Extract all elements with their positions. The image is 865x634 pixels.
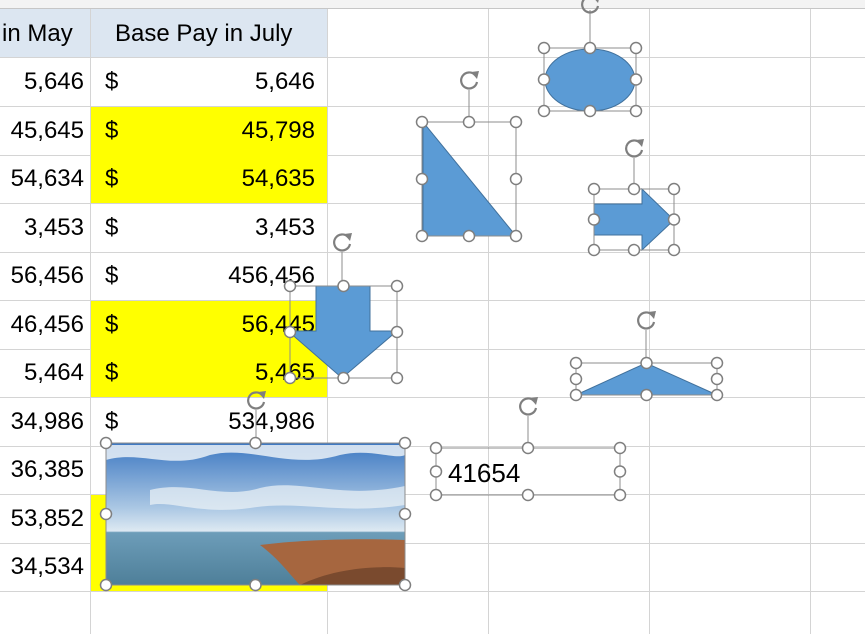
resize-handle[interactable] xyxy=(398,578,412,592)
resize-handle[interactable] xyxy=(629,73,643,86)
resize-handle[interactable] xyxy=(537,104,551,118)
resize-handle[interactable] xyxy=(640,356,653,370)
rotate-handle-icon[interactable] xyxy=(333,233,352,252)
landscape-picture[interactable] xyxy=(105,442,406,586)
resize-handle[interactable] xyxy=(509,172,523,186)
resize-handle[interactable] xyxy=(398,507,412,521)
resize-handle[interactable] xyxy=(415,115,429,129)
resize-handle[interactable] xyxy=(627,182,641,196)
rotate-handle-icon[interactable] xyxy=(637,311,656,330)
resize-handle[interactable] xyxy=(667,182,681,196)
resize-handle[interactable] xyxy=(249,578,262,592)
right-arrow-shape[interactable] xyxy=(593,187,675,252)
resize-handle[interactable] xyxy=(462,229,476,243)
resize-handle[interactable] xyxy=(583,104,597,118)
resize-handle[interactable] xyxy=(537,73,551,86)
resize-handle[interactable] xyxy=(509,229,523,243)
resize-handle[interactable] xyxy=(613,488,627,502)
resize-handle[interactable] xyxy=(99,436,113,450)
resize-handle[interactable] xyxy=(537,41,551,55)
rotate-handle-icon[interactable] xyxy=(625,139,644,158)
resize-handle[interactable] xyxy=(627,243,641,257)
resize-handle[interactable] xyxy=(667,243,681,257)
resize-handle[interactable] xyxy=(569,388,583,402)
resize-handle[interactable] xyxy=(667,213,681,226)
resize-handle[interactable] xyxy=(629,104,643,118)
resize-handle[interactable] xyxy=(613,441,627,455)
resize-handle[interactable] xyxy=(337,279,350,293)
resize-handle[interactable] xyxy=(710,372,724,386)
down-arrow-shape[interactable] xyxy=(286,285,399,379)
rotate-handle-icon[interactable] xyxy=(247,391,266,410)
ellipse-shape[interactable] xyxy=(544,48,636,112)
resize-handle[interactable] xyxy=(415,229,429,243)
resize-handle[interactable] xyxy=(398,436,412,450)
resize-handle[interactable] xyxy=(390,279,404,293)
resize-handle[interactable] xyxy=(99,578,113,592)
resize-handle[interactable] xyxy=(521,441,535,455)
resize-handle[interactable] xyxy=(629,41,643,55)
resize-handle[interactable] xyxy=(283,279,297,293)
resize-handle[interactable] xyxy=(429,465,443,478)
right-triangle-shape[interactable] xyxy=(422,120,518,237)
resize-handle[interactable] xyxy=(587,182,601,196)
rotate-handle-icon[interactable] xyxy=(460,71,479,90)
resize-handle[interactable] xyxy=(509,115,523,129)
resize-handle[interactable] xyxy=(283,325,297,339)
rotate-handle-icon[interactable] xyxy=(519,397,538,416)
shapes-layer xyxy=(99,0,724,592)
resize-handle[interactable] xyxy=(521,488,535,502)
resize-handle[interactable] xyxy=(99,507,113,521)
resize-handle[interactable] xyxy=(587,243,601,257)
resize-handle[interactable] xyxy=(583,41,597,55)
resize-handle[interactable] xyxy=(415,172,429,186)
resize-handle[interactable] xyxy=(337,371,350,385)
resize-handle[interactable] xyxy=(249,436,262,450)
resize-handle[interactable] xyxy=(429,488,443,502)
resize-handle[interactable] xyxy=(587,213,601,226)
resize-handle[interactable] xyxy=(640,388,653,402)
resize-handle[interactable] xyxy=(569,372,583,386)
textbox-value[interactable]: 41654 xyxy=(448,458,520,489)
resize-handle[interactable] xyxy=(569,356,583,370)
resize-handle[interactable] xyxy=(283,371,297,385)
resize-handle[interactable] xyxy=(429,441,443,455)
resize-handle[interactable] xyxy=(390,325,404,339)
resize-handle[interactable] xyxy=(390,371,404,385)
rotate-handle-icon[interactable] xyxy=(581,0,600,14)
resize-handle[interactable] xyxy=(613,465,627,478)
resize-handle[interactable] xyxy=(710,388,724,402)
resize-handle[interactable] xyxy=(462,115,476,129)
resize-handle[interactable] xyxy=(710,356,724,370)
